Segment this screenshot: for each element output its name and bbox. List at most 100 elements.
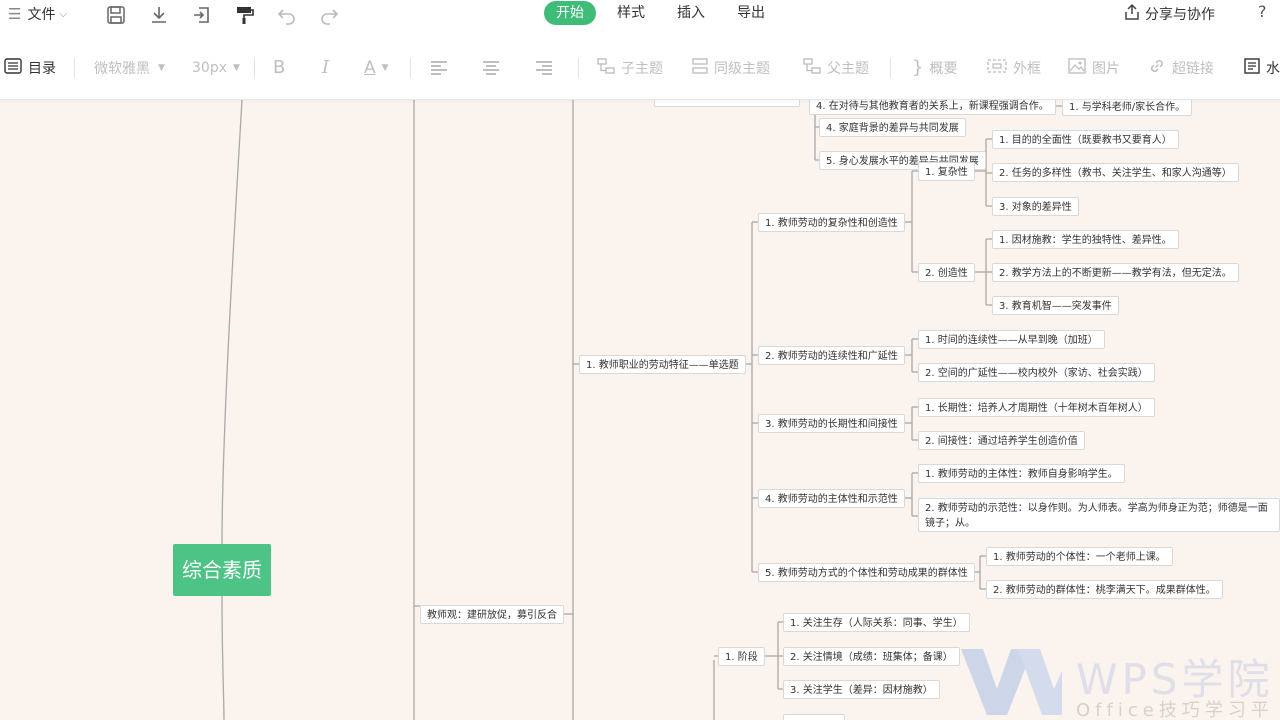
- topic-node-stage[interactable]: 1. 阶段: [718, 647, 765, 666]
- tab-start[interactable]: 开始: [544, 1, 596, 25]
- child-topic-label: 子主题: [621, 60, 663, 77]
- caret-down-icon: ▼: [233, 62, 240, 73]
- topic-node[interactable]: 1. 时间的连续性——从早到晚（加班）: [918, 330, 1105, 349]
- save-icon[interactable]: [106, 5, 126, 29]
- topic-node[interactable]: [783, 714, 845, 720]
- root-topic[interactable]: 综合素质: [173, 544, 271, 596]
- topic-node[interactable]: 4. 教师劳动的主体性和示范性: [758, 489, 905, 508]
- topic-node[interactable]: 1. 教师劳动的主体性：教师自身影响学生。: [918, 464, 1125, 483]
- help-icon[interactable]: ?: [1258, 2, 1267, 21]
- topic-node[interactable]: 2. 教师劳动的示范性：以身作则。为人师表。学高为师身正为范；师德是一面镜子；从…: [918, 498, 1280, 532]
- image-button[interactable]: 图片: [1068, 36, 1120, 99]
- frame-button[interactable]: 外框: [987, 36, 1041, 99]
- topic-node-labor-features[interactable]: 1. 教师职业的劳动特征——单选题: [579, 355, 746, 374]
- topic-node[interactable]: 2. 教学方法上的不断更新——教学有法，但无定法。: [992, 263, 1239, 282]
- topic-node[interactable]: 1. 因材施教：学生的独特性、差异性。: [992, 230, 1179, 249]
- caret-down-icon: ▼: [381, 62, 389, 73]
- parent-topic-label: 父主题: [827, 60, 869, 77]
- topic-node[interactable]: 4. 在对待与其他教育者的关系上，新课程强调合作。: [809, 100, 1056, 115]
- topic-node[interactable]: 1. 与学科老师/家长合作。: [1062, 100, 1193, 116]
- text-color-label: A: [364, 57, 376, 78]
- frame-label: 外框: [1013, 60, 1041, 77]
- font-family-value: 微软雅黑: [94, 60, 150, 77]
- link-icon: [1148, 57, 1166, 79]
- topic-node[interactable]: 1. 教师劳动的个体性：一个老师上课。: [986, 547, 1173, 566]
- topic-node[interactable]: 1. 教师劳动的复杂性和创造性: [758, 213, 905, 232]
- file-menu-label: 文件: [27, 7, 56, 23]
- watermark-button[interactable]: 水: [1244, 36, 1280, 99]
- topic-node[interactable]: 1. 关注生存（人际关系：同事、学生）: [783, 613, 970, 632]
- sibling-topic-label: 同级主题: [714, 60, 770, 77]
- summary-button[interactable]: } 概要: [912, 36, 957, 99]
- topic-node[interactable]: 3. 对象的差异性: [992, 197, 1079, 216]
- top-bar: ☰ 文件 ⌵ 开始 样式 插入 导出 分享与协作 ?: [0, 0, 1280, 36]
- caret-down-icon: ▼: [158, 62, 165, 73]
- sibling-topic-icon: [692, 57, 708, 78]
- topic-node[interactable]: 2. 空间的广延性——校内校外（家访、社会实践）: [918, 363, 1155, 382]
- undo-icon[interactable]: [277, 5, 297, 29]
- format-painter-icon[interactable]: [235, 5, 255, 29]
- import-icon[interactable]: [192, 5, 212, 29]
- topic-node[interactable]: 2. 关注情境（成绩：班集体；备课）: [783, 647, 960, 666]
- topic-node-teacher-concept[interactable]: 教师观：建研放促，募引反合: [420, 605, 564, 624]
- text-color-button[interactable]: A ▼: [364, 36, 389, 99]
- child-topic-icon: [597, 57, 615, 78]
- child-topic-button[interactable]: 子主题: [597, 36, 663, 99]
- topic-node[interactable]: 3. 关注学生（差异：因材施教）: [783, 680, 940, 699]
- hamburger-icon: ☰: [8, 5, 22, 23]
- bold-button[interactable]: B: [273, 36, 285, 99]
- chevron-down-icon: ⌵: [59, 8, 68, 20]
- topic-node[interactable]: 2. 教师劳动的连续性和广延性: [758, 346, 905, 365]
- topic-node[interactable]: 3. 教育机智——突发事件: [992, 296, 1119, 315]
- parent-topic-icon: [803, 57, 821, 78]
- sibling-topic-button[interactable]: 同级主题: [692, 36, 770, 99]
- hyperlink-button[interactable]: 超链接: [1148, 36, 1214, 99]
- topic-node[interactable]: 2. 间接性：通过培养学生创造价值: [918, 431, 1085, 450]
- image-icon: [1068, 57, 1086, 78]
- topic-node[interactable]: 1. 复杂性: [918, 162, 975, 181]
- topic-node[interactable]: [654, 100, 800, 107]
- outline-label: 目录: [28, 60, 56, 77]
- topic-node[interactable]: 2. 教师劳动的群体性：桃李满天下。成果群体性。: [986, 580, 1223, 599]
- topic-node[interactable]: 4. 家庭背景的差异与共同发展: [819, 118, 966, 137]
- topic-node[interactable]: 1. 目的的全面性（既要教书又要育人）: [992, 130, 1179, 149]
- image-label: 图片: [1092, 60, 1120, 77]
- share-icon: [1123, 3, 1141, 25]
- summary-brace-icon: }: [912, 57, 924, 78]
- topic-node[interactable]: 3. 教师劳动的长期性和间接性: [758, 414, 905, 433]
- divider: [74, 58, 75, 78]
- align-left-icon[interactable]: [430, 36, 448, 99]
- italic-button[interactable]: I: [322, 36, 329, 99]
- divider: [578, 58, 579, 78]
- align-right-icon[interactable]: [535, 36, 553, 99]
- tab-export[interactable]: 导出: [737, 1, 765, 25]
- font-family-select[interactable]: 微软雅黑 ▼: [94, 36, 165, 99]
- watermark-icon: [1244, 57, 1260, 78]
- font-size-value: 30px: [192, 59, 227, 76]
- share-button[interactable]: 分享与协作: [1123, 3, 1215, 25]
- watermark-label: 水: [1266, 60, 1280, 77]
- align-center-icon[interactable]: [482, 36, 500, 99]
- file-menu[interactable]: ☰ 文件 ⌵: [8, 4, 67, 24]
- frame-icon: [987, 58, 1007, 77]
- parent-topic-button[interactable]: 父主题: [803, 36, 869, 99]
- topic-node[interactable]: 2. 任务的多样性（教书、关注学生、和家人沟通等）: [992, 163, 1239, 182]
- font-size-select[interactable]: 30px ▼: [192, 36, 240, 99]
- summary-label: 概要: [929, 60, 958, 77]
- outline-button[interactable]: 目录: [4, 36, 56, 99]
- tab-insert[interactable]: 插入: [677, 1, 705, 25]
- divider: [890, 58, 891, 78]
- topic-node[interactable]: 2. 创造性: [918, 263, 975, 282]
- mindmap-canvas[interactable]: 4. 在对待与其他教育者的关系上，新课程强调合作。 1. 与学科老师/家长合作。…: [0, 100, 1280, 720]
- divider: [254, 58, 255, 78]
- redo-icon[interactable]: [319, 5, 339, 29]
- outline-icon: [4, 57, 22, 78]
- topic-node[interactable]: 1. 长期性：培养人才周期性（十年树木百年树人）: [918, 398, 1155, 417]
- download-icon[interactable]: [149, 5, 169, 29]
- hyperlink-label: 超链接: [1172, 60, 1214, 77]
- divider: [410, 58, 411, 78]
- topic-node[interactable]: 5. 教师劳动方式的个体性和劳动成果的群体性: [758, 563, 975, 582]
- toolbar: 目录 微软雅黑 ▼ 30px ▼ B I A ▼ 子主题 同级主题 父主题 } …: [0, 36, 1280, 100]
- share-label: 分享与协作: [1145, 7, 1215, 23]
- tab-style[interactable]: 样式: [617, 1, 645, 25]
